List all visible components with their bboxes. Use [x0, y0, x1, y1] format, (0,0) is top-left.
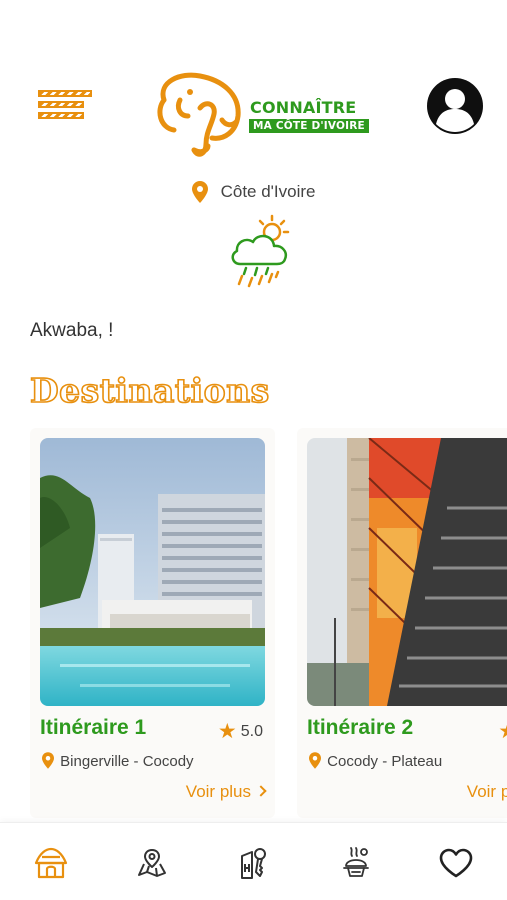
rating-value: 5.0: [240, 723, 263, 740]
tab-home[interactable]: [31, 843, 71, 883]
menu-icon[interactable]: [38, 90, 94, 122]
hut-icon: [34, 847, 68, 879]
greeting-text: Akwaba, !: [30, 320, 114, 341]
star-icon: ★: [217, 720, 237, 743]
tab-hotel[interactable]: [234, 843, 274, 883]
star-icon: ★: [498, 720, 507, 743]
map-pin-icon: [309, 752, 321, 769]
destination-card[interactable]: Itinéraire 2 ★4 Cocody - Plateau Voir pl…: [297, 428, 507, 818]
sun-cloud-rain-icon: [228, 212, 294, 292]
location-text: Côte d'Ivoire: [220, 182, 316, 201]
profile-avatar-icon[interactable]: [427, 78, 483, 134]
tab-map[interactable]: [132, 843, 172, 883]
section-title-destinations: Destinations: [29, 370, 270, 411]
logo-title: CONNAÎTRE: [250, 98, 357, 117]
map-location-icon: [138, 849, 166, 877]
destination-place-text: Cocody - Plateau: [327, 753, 443, 770]
app-logo: CONNAÎTRE MA CÔTE D'IVOIRE: [150, 70, 370, 162]
destination-name: Itinéraire 2: [307, 716, 414, 739]
destination-rating: ★4: [498, 719, 507, 744]
app-header: CONNAÎTRE MA CÔTE D'IVOIRE: [0, 66, 507, 162]
elephant-logo-icon: [157, 72, 241, 157]
see-more-link[interactable]: Voir plus: [185, 782, 267, 802]
logo-subtitle: MA CÔTE D'IVOIRE: [249, 119, 369, 133]
heart-icon: [439, 848, 473, 878]
menu-bar: [38, 112, 84, 119]
tab-food[interactable]: [336, 843, 376, 883]
food-tray-icon: [343, 847, 369, 877]
current-location: Côte d'Ivoire: [0, 181, 507, 203]
destination-place-text: Bingerville - Cocody: [60, 753, 194, 770]
menu-bar: [38, 90, 92, 97]
see-more-label: Voir plus: [185, 782, 251, 801]
hotel-key-icon: [241, 848, 266, 879]
destinations-carousel[interactable]: Itinéraire 1 ★ 5.0 Bingerville - Cocody V…: [0, 428, 507, 818]
tab-favorites[interactable]: [436, 843, 476, 883]
destination-place: Bingerville - Cocody: [42, 752, 194, 770]
see-more-label: Voir plus: [466, 782, 507, 801]
menu-bar: [38, 101, 84, 108]
map-pin-icon: [191, 181, 208, 203]
destination-place: Cocody - Plateau: [309, 752, 442, 770]
destination-photo: [40, 438, 265, 706]
bottom-tab-bar: [0, 822, 507, 900]
map-pin-icon: [42, 752, 54, 769]
destination-card[interactable]: Itinéraire 1 ★ 5.0 Bingerville - Cocody V…: [30, 428, 275, 818]
chevron-right-icon: [255, 785, 267, 797]
destination-name: Itinéraire 1: [40, 716, 147, 739]
see-more-link[interactable]: Voir plus: [467, 782, 507, 802]
destination-photo: [307, 438, 507, 706]
destination-rating: ★ 5.0: [218, 719, 263, 744]
